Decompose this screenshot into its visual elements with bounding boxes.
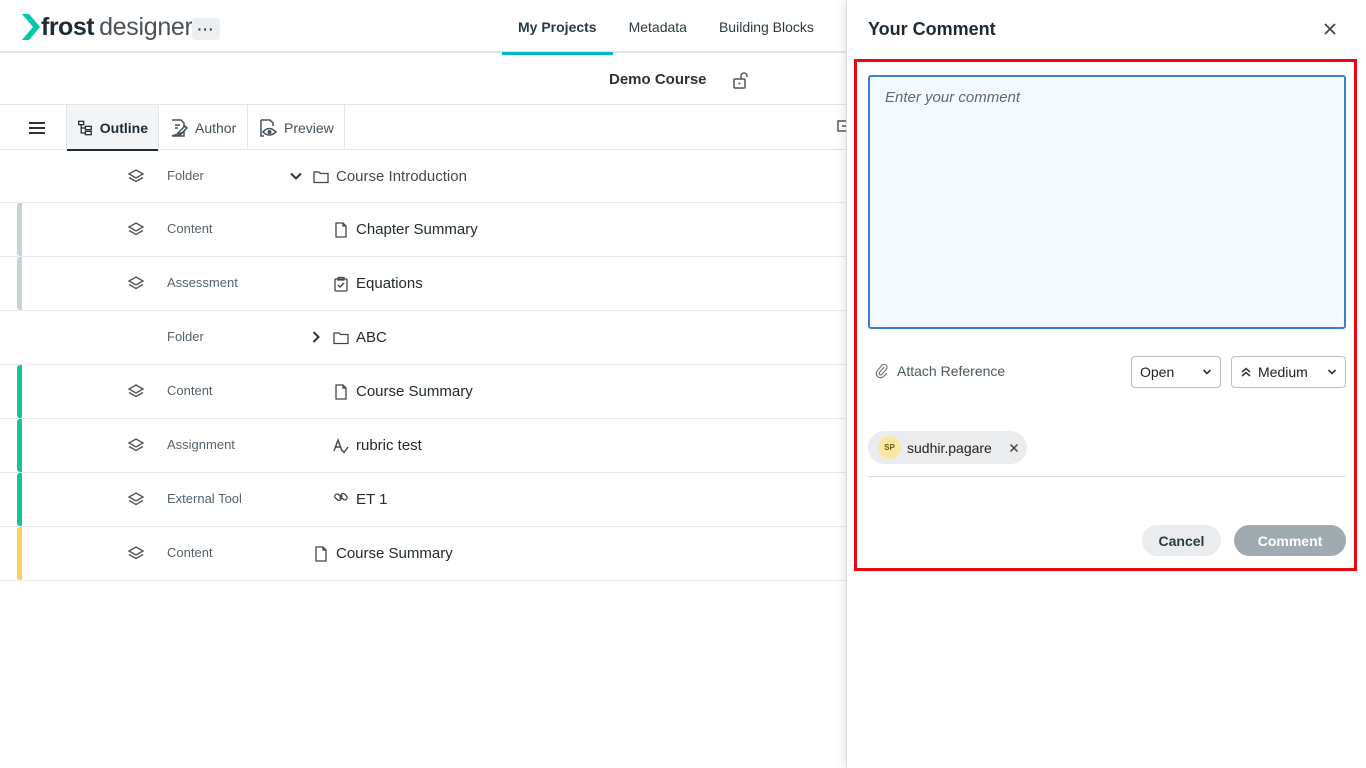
- comment-textarea[interactable]: [868, 75, 1346, 329]
- logo-chevron-icon: [22, 14, 40, 40]
- row-type-label: Folder: [167, 329, 204, 344]
- row-type-label: Assignment: [167, 437, 235, 452]
- row-type-label: Content: [167, 383, 213, 398]
- link-icon: [334, 492, 348, 502]
- row-status-accent: [17, 419, 22, 472]
- submit-comment-button[interactable]: Comment: [1234, 525, 1346, 556]
- outline-row[interactable]: External Tool ET 1: [0, 473, 848, 527]
- file-icon: [315, 546, 327, 562]
- chevron-right-icon[interactable]: [310, 331, 322, 343]
- more-menu-button[interactable]: ···: [192, 18, 220, 40]
- logo-text-bold: frost: [41, 12, 95, 41]
- row-status-accent: [17, 257, 22, 310]
- folder-icon: [333, 332, 349, 345]
- app-logo[interactable]: frost designer: [22, 12, 193, 42]
- row-status-accent: [17, 365, 22, 418]
- chevron-down-icon[interactable]: [290, 170, 302, 182]
- layers-icon[interactable]: [128, 222, 144, 238]
- tab-outline[interactable]: Outline: [66, 105, 159, 151]
- panel-title: Your Comment: [868, 19, 996, 39]
- row-item-name[interactable]: ABC: [356, 329, 387, 346]
- row-item-name[interactable]: Equations: [356, 275, 423, 292]
- tab-author-label: Author: [195, 119, 237, 136]
- course-title: Demo Course: [609, 71, 707, 88]
- checklist-icon: [334, 276, 348, 292]
- layers-icon[interactable]: [128, 438, 144, 454]
- layers-icon[interactable]: [128, 169, 144, 185]
- assignee-chip: SP sudhir.pagare: [868, 431, 1027, 464]
- attach-reference-label: Attach Reference: [897, 363, 1006, 379]
- outline-row[interactable]: Content Course Summary: [0, 527, 848, 581]
- outline-row[interactable]: Content Course Summary: [0, 365, 848, 419]
- layers-icon[interactable]: [128, 492, 144, 508]
- chevron-down-icon: [1202, 369, 1212, 375]
- outline-row[interactable]: Assignment rubric test: [0, 419, 848, 473]
- priority-select-value: Medium: [1258, 364, 1308, 380]
- edit-doc-icon: [171, 118, 189, 137]
- remove-assignee-icon[interactable]: [1009, 443, 1019, 453]
- row-type-label: External Tool: [167, 491, 242, 506]
- row-item-name[interactable]: ET 1: [356, 491, 387, 508]
- file-icon: [335, 222, 347, 238]
- main-nav: My Projects Metadata Building Blocks Se: [502, 0, 879, 55]
- close-icon[interactable]: [1323, 22, 1337, 36]
- row-type-label: Content: [167, 221, 213, 236]
- cancel-button[interactable]: Cancel: [1142, 525, 1221, 556]
- row-item-name[interactable]: Chapter Summary: [356, 221, 478, 238]
- hamburger-menu-icon[interactable]: [26, 119, 48, 137]
- row-item-name[interactable]: Course Introduction: [336, 168, 467, 185]
- tab-outline-label: Outline: [99, 119, 148, 136]
- paperclip-icon: [875, 363, 888, 379]
- chevron-down-icon: [1327, 369, 1337, 375]
- preview-eye-icon: [260, 118, 278, 137]
- divider: [868, 476, 1346, 477]
- attach-reference-button[interactable]: Attach Reference: [875, 363, 1005, 379]
- avatar: SP: [878, 436, 901, 459]
- tab-preview[interactable]: Preview: [248, 105, 345, 150]
- nav-building-blocks[interactable]: Building Blocks: [703, 0, 830, 53]
- rubric-icon: [333, 438, 349, 454]
- status-select[interactable]: Open: [1131, 356, 1221, 388]
- priority-select[interactable]: Medium: [1231, 356, 1346, 388]
- row-item-name[interactable]: Course Summary: [356, 383, 473, 400]
- row-status-accent: [17, 473, 22, 526]
- outline-row[interactable]: Assessment Equations: [0, 257, 848, 311]
- nav-metadata[interactable]: Metadata: [613, 0, 703, 53]
- layers-icon[interactable]: [128, 276, 144, 292]
- comment-panel: Your Comment Attach Reference Open Mediu…: [846, 0, 1366, 768]
- row-item-name[interactable]: Course Summary: [336, 545, 453, 562]
- assignee-name: sudhir.pagare: [907, 439, 992, 456]
- outline-row[interactable]: Content Chapter Summary: [0, 203, 848, 257]
- status-select-value: Open: [1140, 364, 1175, 380]
- file-icon: [335, 384, 347, 400]
- layers-icon[interactable]: [128, 384, 144, 400]
- double-chevron-up-icon: [1241, 367, 1251, 377]
- nav-my-projects[interactable]: My Projects: [502, 0, 613, 55]
- layers-icon[interactable]: [128, 546, 144, 562]
- course-outline-list: Folder Course Introduction Content Chapt…: [0, 150, 848, 581]
- unlock-icon[interactable]: [733, 71, 749, 89]
- row-item-name[interactable]: rubric test: [356, 437, 422, 454]
- logo-text-light: designer: [99, 12, 193, 41]
- outline-row[interactable]: Folder ABC: [0, 311, 848, 365]
- outline-row[interactable]: Folder Course Introduction: [0, 150, 848, 203]
- tab-author[interactable]: Author: [159, 105, 248, 150]
- row-status-accent: [17, 527, 22, 580]
- row-type-label: Content: [167, 545, 213, 560]
- row-type-label: Assessment: [167, 275, 238, 290]
- row-status-accent: [17, 203, 22, 256]
- folder-icon: [313, 171, 329, 184]
- row-type-label: Folder: [167, 168, 204, 183]
- outline-tree-icon: [78, 120, 92, 135]
- tab-preview-label: Preview: [284, 119, 334, 136]
